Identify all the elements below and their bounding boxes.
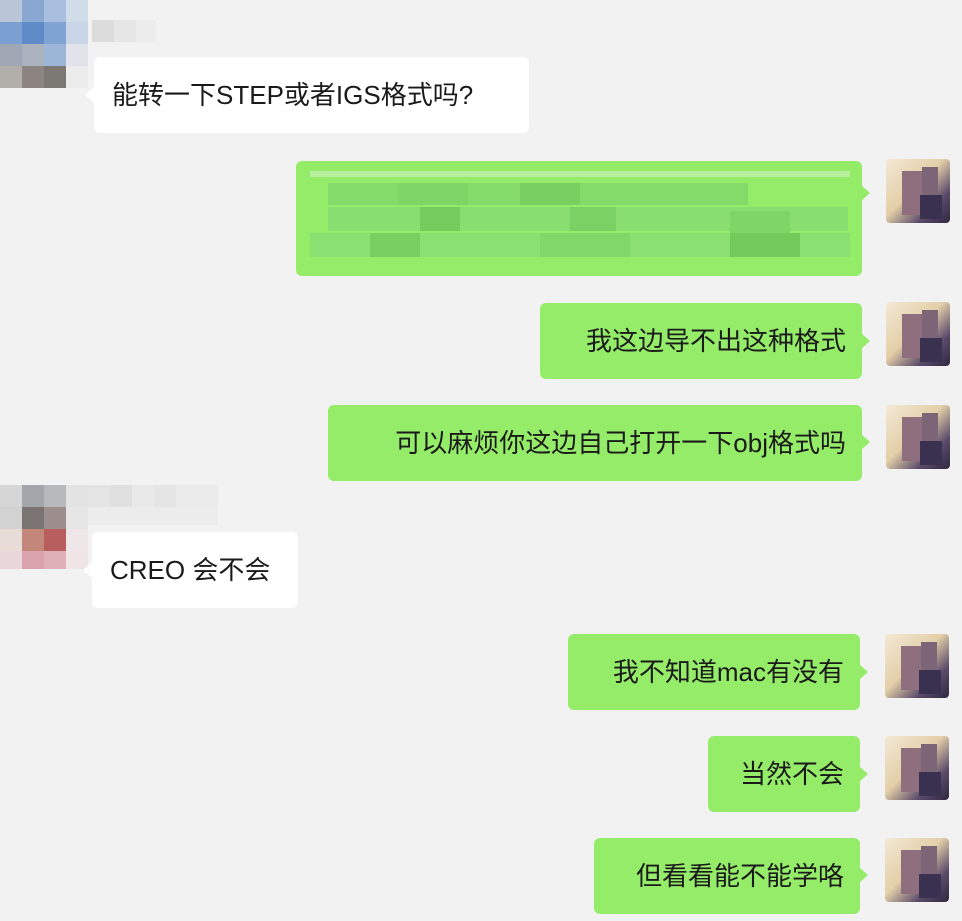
my-avatar[interactable] xyxy=(886,302,950,366)
message-bubble-outgoing[interactable]: 可以麻烦你这边自己打开一下obj格式吗 xyxy=(328,405,862,481)
message-bubble-outgoing[interactable]: 我不知道mac有没有 xyxy=(568,634,860,710)
bubble-tail xyxy=(861,333,870,349)
sender-name-blurred xyxy=(92,20,156,46)
message-bubble-incoming[interactable]: 能转一下STEP或者IGS格式吗? xyxy=(94,57,529,133)
my-avatar[interactable] xyxy=(886,405,950,469)
message-bubble-outgoing[interactable]: 当然不会 xyxy=(708,736,860,812)
message-bubble-outgoing[interactable]: 我这边导不出这种格式 xyxy=(540,303,862,379)
bubble-tail xyxy=(859,664,868,680)
my-avatar[interactable] xyxy=(886,159,950,223)
bubble-tail xyxy=(859,867,868,883)
message-bubble-incoming[interactable]: CREO 会不会 xyxy=(92,532,298,608)
sender-name-blurred xyxy=(88,485,218,525)
my-avatar[interactable] xyxy=(885,838,949,902)
bubble-tail xyxy=(861,185,870,201)
message-bubble-outgoing[interactable]: 但看看能不能学咯 xyxy=(594,838,860,914)
my-avatar[interactable] xyxy=(885,634,949,698)
bubble-tail xyxy=(85,87,94,103)
message-bubble-outgoing-blurred[interactable] xyxy=(296,161,862,276)
sender-avatar-blurred xyxy=(0,485,88,569)
my-avatar[interactable] xyxy=(885,736,949,800)
bubble-tail xyxy=(859,766,868,782)
sender-avatar-blurred xyxy=(0,0,92,88)
bubble-tail xyxy=(83,562,92,578)
bubble-tail xyxy=(861,434,870,450)
blurred-message-content xyxy=(310,171,850,267)
